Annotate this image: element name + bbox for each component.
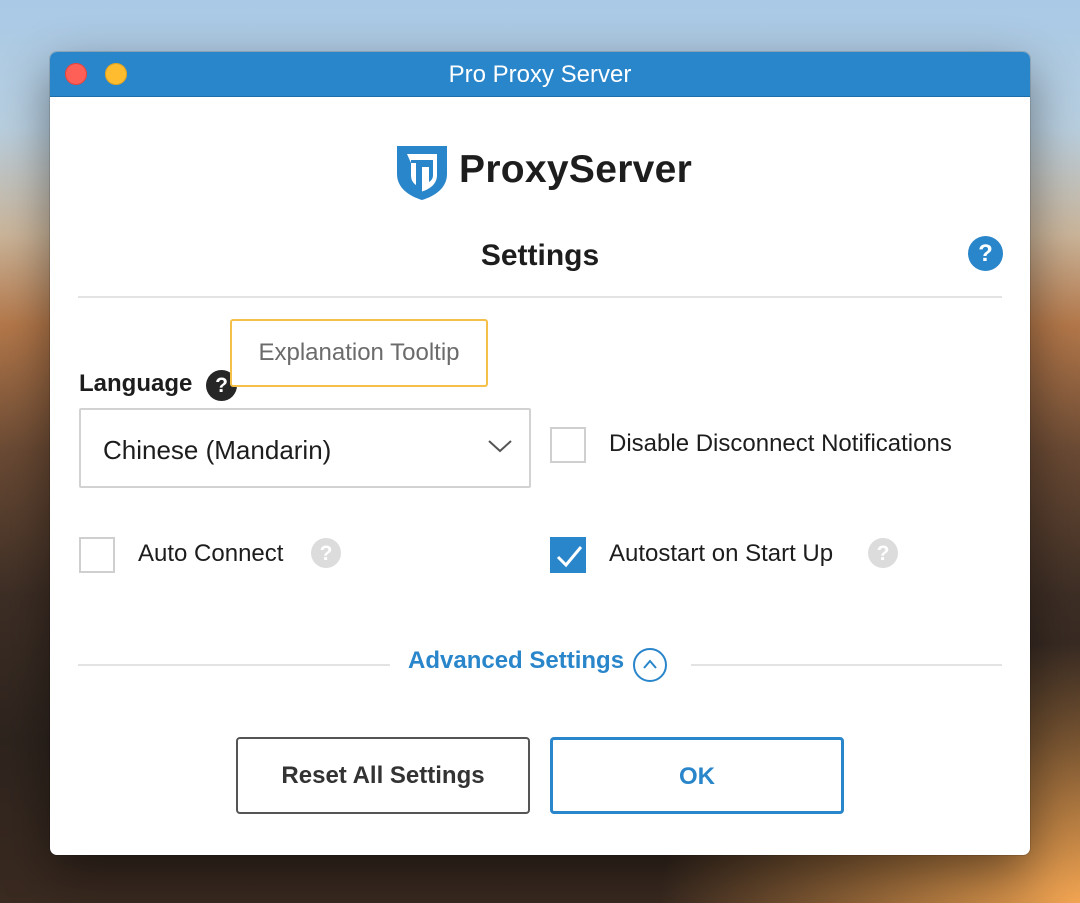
explanation-tooltip: Explanation Tooltip xyxy=(230,319,488,387)
auto-connect-help-icon[interactable]: ? xyxy=(311,538,341,568)
auto-connect-label[interactable]: Auto Connect xyxy=(138,540,283,568)
title-bar[interactable]: Pro Proxy Server xyxy=(50,52,1030,97)
reset-all-settings-button[interactable]: Reset All Settings xyxy=(236,737,530,814)
ok-button[interactable]: OK xyxy=(550,737,844,814)
language-label: Language xyxy=(79,370,193,397)
autostart-checkbox[interactable] xyxy=(550,537,586,573)
chevron-up-icon[interactable] xyxy=(633,648,667,682)
chevron-down-icon xyxy=(488,440,512,453)
advanced-divider-left xyxy=(78,664,390,666)
checkmark-icon xyxy=(556,546,583,568)
disable-disconnect-notifications-label[interactable]: Disable Disconnect Notifications xyxy=(609,430,952,458)
autostart-help-icon[interactable]: ? xyxy=(868,538,898,568)
language-select-value: Chinese (Mandarin) xyxy=(103,435,332,465)
advanced-settings-link[interactable]: Advanced Settings xyxy=(408,647,624,675)
advanced-divider-right xyxy=(691,664,1002,666)
page-title: Settings xyxy=(480,239,600,272)
divider xyxy=(78,296,1002,298)
settings-window: Pro Proxy Server ProxyServer Settings ? … xyxy=(50,52,1030,855)
language-select[interactable]: Chinese (Mandarin) xyxy=(79,408,531,488)
help-icon[interactable]: ? xyxy=(968,236,1003,271)
brand-name: ProxyServer xyxy=(459,148,693,191)
disable-disconnect-notifications-checkbox[interactable] xyxy=(550,427,586,463)
shield-logo-icon xyxy=(397,146,447,200)
window-title: Pro Proxy Server xyxy=(448,61,632,88)
auto-connect-checkbox[interactable] xyxy=(79,537,115,573)
autostart-label[interactable]: Autostart on Start Up xyxy=(609,540,833,568)
